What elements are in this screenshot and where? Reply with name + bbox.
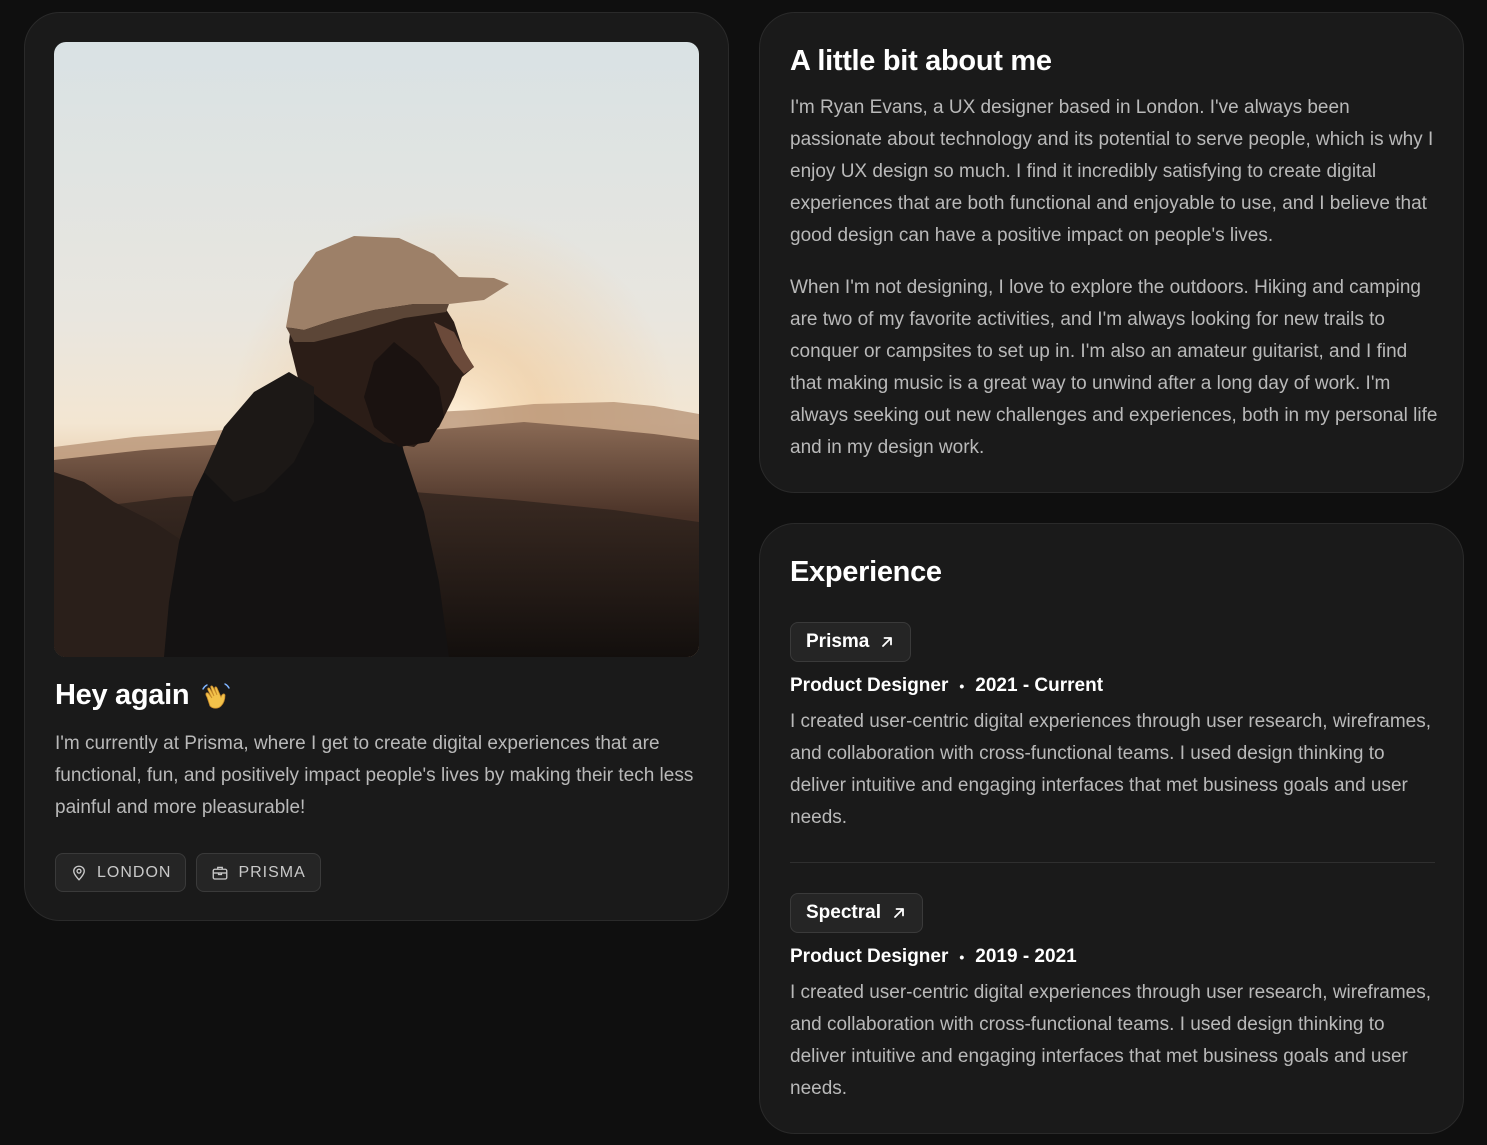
tag-location-label: LONDON <box>97 863 172 881</box>
role-period: 2019 - 2021 <box>975 946 1077 967</box>
profile-photo-image <box>54 42 699 657</box>
experience-title: Experience <box>790 556 942 588</box>
role-period: 2021 - Current <box>975 675 1104 696</box>
experience-item-prisma: Prisma Product Designer • 2021 - Current… <box>790 622 1435 834</box>
role-title: Product Designer <box>790 946 949 967</box>
role-title: Product Designer <box>790 675 949 696</box>
experience-item-spectral: Spectral Product Designer • 2019 - 2021 … <box>790 893 1435 1105</box>
role-line: Product Designer • 2021 - Current <box>790 675 1435 697</box>
company-name: Prisma <box>806 631 870 652</box>
company-link-spectral[interactable]: Spectral <box>790 893 923 933</box>
about-card: A little bit about me I'm Ryan Evans, a … <box>759 12 1464 493</box>
experience-card: Experience Prisma Product Designer • 202… <box>759 523 1464 1134</box>
tag-company[interactable]: PRISMA <box>196 853 321 892</box>
about-title: A little bit about me <box>790 45 1052 77</box>
experience-description: I created user-centric digital experienc… <box>790 982 1432 1099</box>
separator-dot: • <box>959 949 965 965</box>
experience-description: I created user-centric digital experienc… <box>790 711 1432 828</box>
profile-description: I'm currently at Prisma, where I get to … <box>55 733 694 818</box>
tag-company-label: PRISMA <box>238 863 306 881</box>
briefcase-icon <box>213 866 228 880</box>
company-name: Spectral <box>806 902 881 923</box>
company-link-prisma[interactable]: Prisma <box>790 622 912 662</box>
profile-title: Hey again <box>55 679 231 712</box>
profile-tags: LONDON PRISMA <box>55 853 321 892</box>
arrow-up-right-icon <box>882 637 893 647</box>
role-line: Product Designer • 2019 - 2021 <box>790 946 1435 968</box>
waving-hand-icon <box>199 680 231 712</box>
tag-location[interactable]: LONDON <box>55 853 187 892</box>
arrow-up-right-icon <box>894 908 904 918</box>
separator-dot: • <box>959 678 965 694</box>
profile-title-text: Hey again <box>55 679 190 711</box>
location-pin-icon <box>73 865 85 881</box>
about-paragraph-2: When I'm not designing, I love to explor… <box>790 277 1438 458</box>
profile-photo <box>54 42 699 657</box>
about-paragraph-1: I'm Ryan Evans, a UX designer based in L… <box>790 97 1434 246</box>
profile-card: Hey again I'm currently at Prisma, where… <box>24 12 729 921</box>
experience-divider <box>790 862 1435 863</box>
